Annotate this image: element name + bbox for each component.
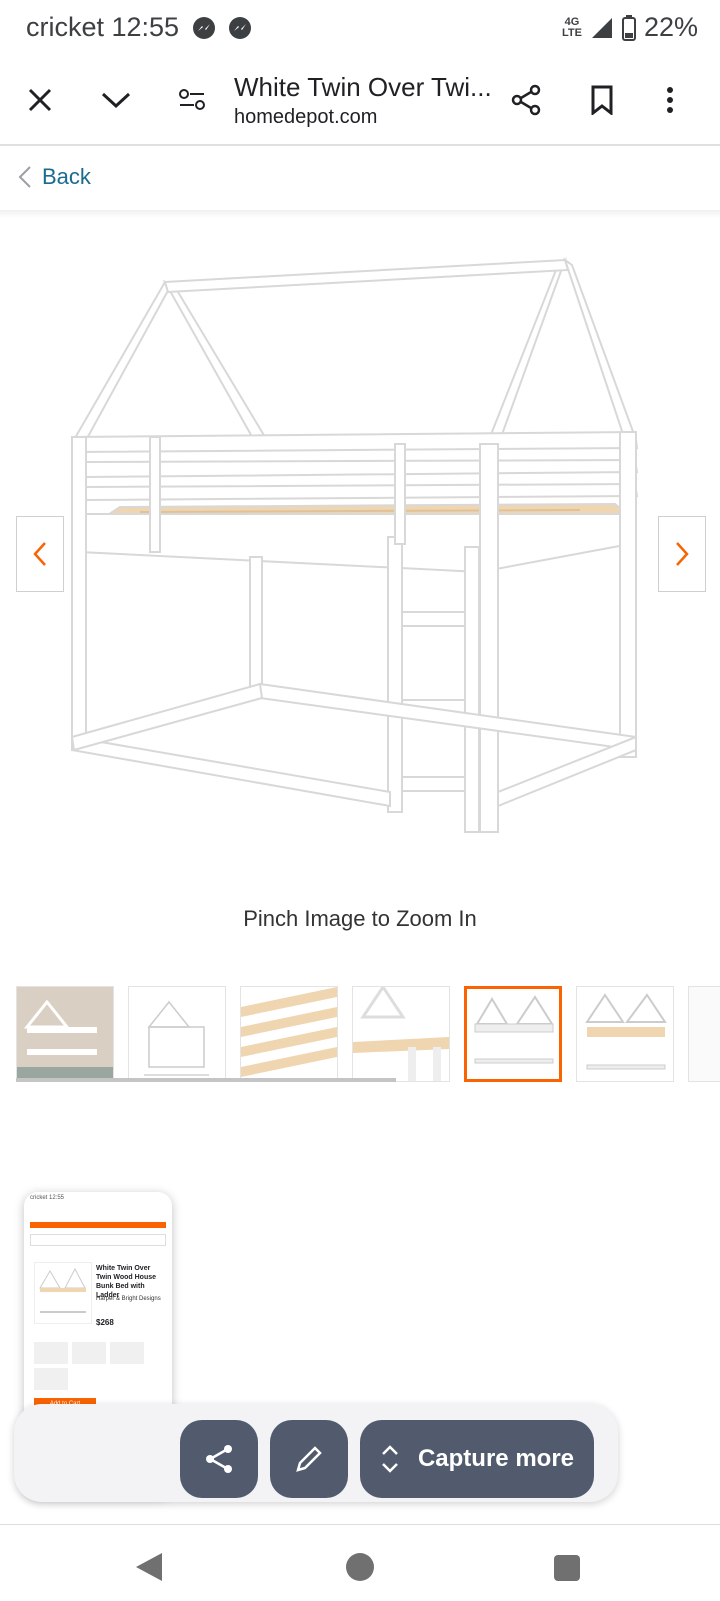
preview-orange-banner [30, 1222, 166, 1228]
preview-search [30, 1234, 166, 1246]
expand-vertical-icon [382, 1445, 398, 1473]
pencil-icon [296, 1446, 322, 1472]
prev-image-button[interactable] [16, 516, 64, 592]
back-triangle-icon[interactable] [136, 1553, 162, 1581]
preview-swatch [34, 1368, 68, 1390]
preview-product-title: White Twin Over Twin Wood House Bunk Bed… [96, 1265, 157, 1299]
capture-more-label: Capture more [417, 1445, 575, 1472]
edit-screenshot-button[interactable] [270, 1420, 348, 1498]
product-image-bunk-bed[interactable] [60, 232, 660, 862]
share-icon [206, 1445, 232, 1473]
thumbnail-front-view[interactable] [464, 986, 562, 1082]
preview-swatches [34, 1342, 144, 1364]
messenger-icon [229, 16, 252, 39]
chevron-left-icon [33, 542, 46, 566]
network-indicator: 4G LTE [561, 15, 582, 39]
preview-product-image [34, 1262, 92, 1324]
toolbar-divider [0, 144, 720, 146]
share-screenshot-button[interactable] [180, 1420, 258, 1498]
carrier-time: cricket 12:55 [26, 12, 180, 42]
header-shadow [0, 210, 720, 218]
next-image-button[interactable] [658, 516, 706, 592]
chevron-down-icon[interactable] [94, 78, 138, 122]
battery-percent: 22% [643, 12, 698, 42]
system-navigation-bar [0, 1524, 720, 1601]
chevron-left-icon [18, 166, 31, 188]
preview-price: $268 [96, 1318, 114, 1327]
signal-icon [591, 17, 612, 38]
thumbnail-strip [16, 986, 720, 1082]
thumbnail-more[interactable] [688, 986, 720, 1082]
browser-toolbar: White Twin Over Twi... homedepot.com [0, 58, 720, 142]
thumbnail-ladder[interactable] [352, 986, 450, 1082]
bookmark-icon[interactable] [580, 78, 624, 122]
capture-more-button[interactable]: Capture more [360, 1420, 594, 1498]
thumbnail-slats[interactable] [240, 986, 338, 1082]
zoom-hint: Pinch Image to Zoom In [243, 906, 477, 931]
page-title[interactable]: White Twin Over Twi... [234, 72, 492, 103]
thumbnail-side-view[interactable] [576, 986, 674, 1082]
thumbnail-lifestyle[interactable] [16, 986, 114, 1082]
close-icon[interactable] [18, 78, 62, 122]
more-options-icon[interactable] [648, 78, 692, 122]
back-link[interactable]: Back [18, 164, 91, 190]
preview-brand: Harper & Bright Designs [96, 1296, 161, 1302]
recents-square-icon[interactable] [554, 1555, 580, 1581]
page-info-icon[interactable] [170, 78, 214, 122]
share-icon[interactable] [504, 78, 548, 122]
chevron-right-icon [676, 542, 689, 566]
preview-status: cricket 12:55 [30, 1195, 65, 1201]
messenger-icon [193, 16, 216, 39]
battery-icon [621, 14, 636, 41]
back-label[interactable]: Back [42, 164, 91, 190]
status-bar: cricket 12:55 4G LTE 22% [0, 0, 720, 56]
thumbnail-scrollbar[interactable] [16, 1078, 396, 1082]
thumbnail-dimensions[interactable] [128, 986, 226, 1082]
home-circle-icon[interactable] [346, 1553, 374, 1581]
page-url[interactable]: homedepot.com [234, 106, 377, 129]
